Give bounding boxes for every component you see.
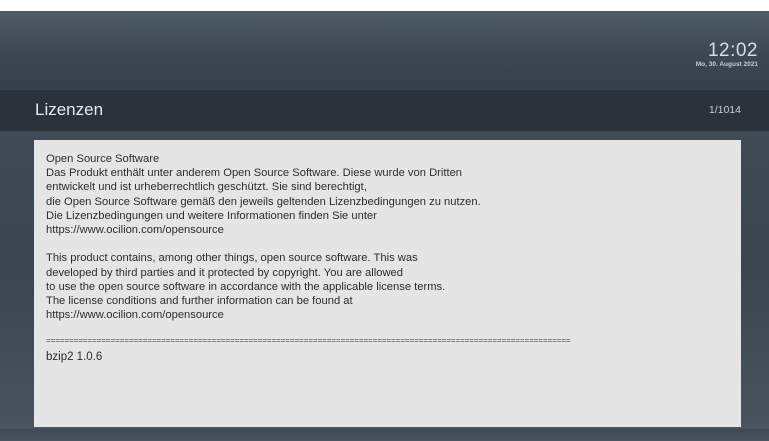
license-line: Open Source Software [46, 153, 160, 165]
status-bar: 12:02 Mo, 30. August 2021 [0, 11, 769, 90]
license-text: Open Source Software Das Produkt enthält… [46, 152, 736, 365]
screen: 12:02 Mo, 30. August 2021 Lizenzen 1/101… [0, 0, 769, 441]
page-indicator: 1/1014 [708, 104, 741, 116]
license-line: entwickelt und ist urheberrechtlich gesc… [46, 181, 367, 194]
package-name: bzip2 1.0.6 [46, 351, 103, 364]
license-line: developed by third parties and it protec… [46, 266, 403, 279]
license-line: to use the open source software in accor… [46, 280, 446, 293]
license-line: Die Lizenzbedingungen und weitere Inform… [46, 209, 377, 222]
separator-line: ========================================… [46, 337, 571, 347]
license-url: https://www.ocilion.com/opensource [46, 223, 224, 236]
license-text-panel[interactable]: Open Source Software Das Produkt enthält… [34, 140, 741, 427]
date-label: Mo, 30. August 2021 [695, 61, 758, 68]
license-line: This product contains, among other thing… [46, 252, 418, 265]
license-line: The license conditions and further infor… [46, 294, 353, 307]
license-url: https://www.ocilion.com/opensource [46, 309, 224, 322]
tv-frame: 12:02 Mo, 30. August 2021 Lizenzen 1/101… [0, 11, 769, 441]
page-header: Lizenzen 1/1014 [0, 90, 769, 131]
clock: 12:02 [707, 40, 758, 61]
license-line: die Open Source Software gemäß den jewei… [46, 195, 481, 208]
license-line: Das Produkt enthält unter anderem Open S… [46, 167, 463, 180]
bottom-strip [0, 429, 769, 441]
page-title: Lizenzen [35, 100, 104, 119]
